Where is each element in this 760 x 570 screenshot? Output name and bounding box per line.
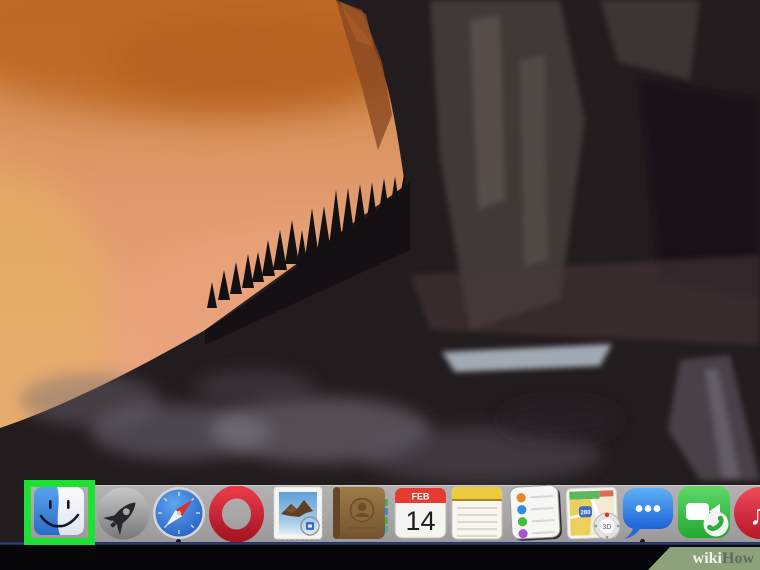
maps-icon[interactable]: 280 3D [566,487,622,542]
notes-icon[interactable] [451,486,503,540]
watermark-wiki-text: wiki [693,550,722,568]
maps-3d-compass: 3D [594,513,620,539]
calendar-month: FEB [412,492,431,502]
maps-shield-number: 280 [580,510,591,516]
contacts-icon[interactable] [333,487,388,539]
safari-icon[interactable] [152,486,206,540]
music-note-glyph: ♫ [749,498,760,531]
watermark-how-text: How [722,550,754,568]
calendar-icon[interactable]: FEB 14 [394,486,447,540]
desktop-screen: { "desktop": { "wallpaper_name": "yosemi… [0,0,760,570]
bottom-strip [0,545,760,570]
mail-icon[interactable] [273,486,323,540]
finder-highlight-box [24,480,95,545]
reminders-icon[interactable] [509,484,565,544]
maps-3d-label: 3D [603,524,612,531]
launchpad-icon[interactable] [97,487,150,540]
music-icon[interactable]: ♫ [733,486,760,540]
opera-icon[interactable] [209,486,264,542]
facetime-icon[interactable] [678,486,731,539]
messages-icon[interactable] [622,486,674,540]
calendar-day: 14 [405,506,435,536]
